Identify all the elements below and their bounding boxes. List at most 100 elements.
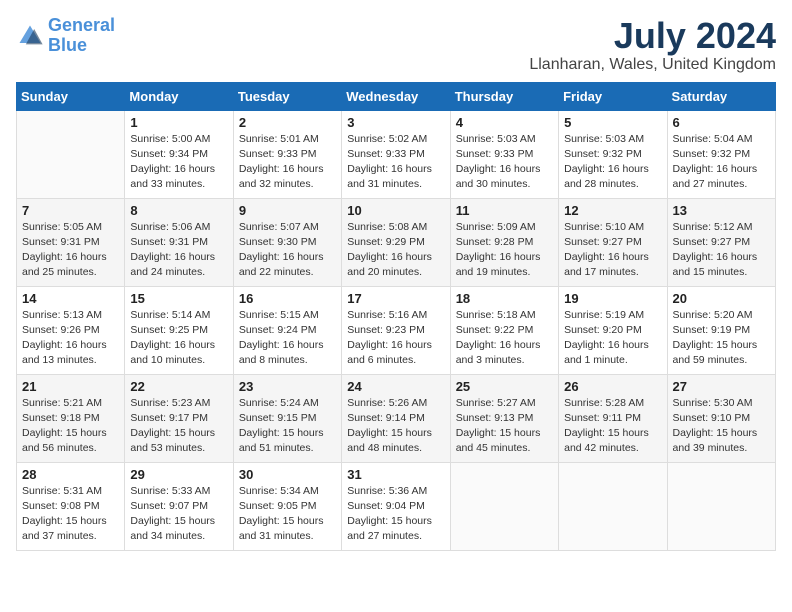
header-sunday: Sunday <box>17 82 125 110</box>
day-number: 4 <box>456 115 553 130</box>
logo-text: General Blue <box>48 16 115 56</box>
day-number: 1 <box>130 115 227 130</box>
day-number: 15 <box>130 291 227 306</box>
day-number: 8 <box>130 203 227 218</box>
calendar-cell: 5 Sunrise: 5:03 AMSunset: 9:32 PMDaylight… <box>559 110 667 198</box>
calendar-cell: 23 Sunrise: 5:24 AMSunset: 9:15 PMDayligh… <box>233 374 341 462</box>
day-number: 10 <box>347 203 444 218</box>
day-info: Sunrise: 5:03 AMSunset: 9:32 PMDaylight:… <box>564 132 661 193</box>
calendar-cell: 8 Sunrise: 5:06 AMSunset: 9:31 PMDaylight… <box>125 198 233 286</box>
calendar-cell: 17Sunrise: 5:16 AMSunset: 9:23 PMDayligh… <box>342 286 450 374</box>
calendar-cell: 25 Sunrise: 5:27 AMSunset: 9:13 PMDayligh… <box>450 374 558 462</box>
calendar-cell <box>559 462 667 550</box>
location-text: Llanharan, Wales, United Kingdom <box>529 56 776 74</box>
day-info: Sunrise: 5:19 AMSunset: 9:20 PMDaylight:… <box>564 308 661 369</box>
calendar-cell: 26 Sunrise: 5:28 AMSunset: 9:11 PMDayligh… <box>559 374 667 462</box>
day-info: Sunrise: 5:06 AMSunset: 9:31 PMDaylight:… <box>130 220 227 281</box>
calendar-cell: 27 Sunrise: 5:30 AMSunset: 9:10 PMDayligh… <box>667 374 775 462</box>
calendar-cell: 4Sunrise: 5:03 AMSunset: 9:33 PMDaylight… <box>450 110 558 198</box>
calendar-cell: 28 Sunrise: 5:31 AMSunset: 9:08 PMDayligh… <box>17 462 125 550</box>
day-number: 31 <box>347 467 444 482</box>
day-number: 25 <box>456 379 553 394</box>
day-info: Sunrise: 5:18 AMSunset: 9:22 PMDaylight:… <box>456 308 553 369</box>
calendar-cell: 16 Sunrise: 5:15 AMSunset: 9:24 PMDayligh… <box>233 286 341 374</box>
calendar-cell: 9 Sunrise: 5:07 AMSunset: 9:30 PMDaylight… <box>233 198 341 286</box>
calendar-cell: 21Sunrise: 5:21 AMSunset: 9:18 PMDayligh… <box>17 374 125 462</box>
calendar-cell: 22Sunrise: 5:23 AMSunset: 9:17 PMDayligh… <box>125 374 233 462</box>
week-row-1: 1 Sunrise: 5:00 AMSunset: 9:34 PMDaylight… <box>17 110 776 198</box>
day-number: 26 <box>564 379 661 394</box>
day-number: 20 <box>673 291 770 306</box>
day-number: 11 <box>456 203 553 218</box>
day-number: 23 <box>239 379 336 394</box>
day-number: 9 <box>239 203 336 218</box>
day-number: 19 <box>564 291 661 306</box>
day-info: Sunrise: 5:31 AMSunset: 9:08 PMDaylight:… <box>22 484 119 545</box>
header-friday: Friday <box>559 82 667 110</box>
day-number: 5 <box>564 115 661 130</box>
day-info: Sunrise: 5:07 AMSunset: 9:30 PMDaylight:… <box>239 220 336 281</box>
calendar-cell: 2 Sunrise: 5:01 AMSunset: 9:33 PMDaylight… <box>233 110 341 198</box>
day-number: 2 <box>239 115 336 130</box>
calendar-cell: 24 Sunrise: 5:26 AMSunset: 9:14 PMDayligh… <box>342 374 450 462</box>
calendar-cell: 6Sunrise: 5:04 AMSunset: 9:32 PMDaylight… <box>667 110 775 198</box>
calendar-cell: 19 Sunrise: 5:19 AMSunset: 9:20 PMDayligh… <box>559 286 667 374</box>
calendar-cell: 7Sunrise: 5:05 AMSunset: 9:31 PMDaylight… <box>17 198 125 286</box>
day-number: 16 <box>239 291 336 306</box>
header-saturday: Saturday <box>667 82 775 110</box>
calendar-cell: 10Sunrise: 5:08 AMSunset: 9:29 PMDayligh… <box>342 198 450 286</box>
page-header: General Blue July 2024 Llanharan, Wales,… <box>16 16 776 74</box>
header-monday: Monday <box>125 82 233 110</box>
calendar-cell: 30 Sunrise: 5:34 AMSunset: 9:05 PMDayligh… <box>233 462 341 550</box>
day-info: Sunrise: 5:30 AMSunset: 9:10 PMDaylight:… <box>673 396 770 457</box>
day-info: Sunrise: 5:10 AMSunset: 9:27 PMDaylight:… <box>564 220 661 281</box>
day-info: Sunrise: 5:27 AMSunset: 9:13 PMDaylight:… <box>456 396 553 457</box>
day-info: Sunrise: 5:26 AMSunset: 9:14 PMDaylight:… <box>347 396 444 457</box>
day-info: Sunrise: 5:01 AMSunset: 9:33 PMDaylight:… <box>239 132 336 193</box>
day-number: 30 <box>239 467 336 482</box>
calendar-cell <box>450 462 558 550</box>
day-info: Sunrise: 5:34 AMSunset: 9:05 PMDaylight:… <box>239 484 336 545</box>
day-info: Sunrise: 5:05 AMSunset: 9:31 PMDaylight:… <box>22 220 119 281</box>
day-info: Sunrise: 5:12 AMSunset: 9:27 PMDaylight:… <box>673 220 770 281</box>
day-number: 28 <box>22 467 119 482</box>
calendar-cell <box>17 110 125 198</box>
calendar-cell: 15 Sunrise: 5:14 AMSunset: 9:25 PMDayligh… <box>125 286 233 374</box>
header-tuesday: Tuesday <box>233 82 341 110</box>
calendar-cell: 31 Sunrise: 5:36 AMSunset: 9:04 PMDayligh… <box>342 462 450 550</box>
day-info: Sunrise: 5:36 AMSunset: 9:04 PMDaylight:… <box>347 484 444 545</box>
day-info: Sunrise: 5:02 AMSunset: 9:33 PMDaylight:… <box>347 132 444 193</box>
logo-icon <box>16 22 44 50</box>
calendar-cell: 12Sunrise: 5:10 AMSunset: 9:27 PMDayligh… <box>559 198 667 286</box>
week-row-5: 28 Sunrise: 5:31 AMSunset: 9:08 PMDayligh… <box>17 462 776 550</box>
day-info: Sunrise: 5:04 AMSunset: 9:32 PMDaylight:… <box>673 132 770 193</box>
week-row-3: 14Sunrise: 5:13 AMSunset: 9:26 PMDayligh… <box>17 286 776 374</box>
calendar-cell: 1 Sunrise: 5:00 AMSunset: 9:34 PMDaylight… <box>125 110 233 198</box>
title-section: July 2024 Llanharan, Wales, United Kingd… <box>529 16 776 74</box>
day-info: Sunrise: 5:23 AMSunset: 9:17 PMDaylight:… <box>130 396 227 457</box>
day-number: 17 <box>347 291 444 306</box>
day-info: Sunrise: 5:09 AMSunset: 9:28 PMDaylight:… <box>456 220 553 281</box>
calendar-cell <box>667 462 775 550</box>
day-info: Sunrise: 5:33 AMSunset: 9:07 PMDaylight:… <box>130 484 227 545</box>
calendar-cell: 20 Sunrise: 5:20 AMSunset: 9:19 PMDayligh… <box>667 286 775 374</box>
day-number: 3 <box>347 115 444 130</box>
month-year-title: July 2024 <box>529 16 776 56</box>
calendar-table: SundayMondayTuesdayWednesdayThursdayFrid… <box>16 82 776 551</box>
day-number: 13 <box>673 203 770 218</box>
day-info: Sunrise: 5:24 AMSunset: 9:15 PMDaylight:… <box>239 396 336 457</box>
calendar-cell: 18Sunrise: 5:18 AMSunset: 9:22 PMDayligh… <box>450 286 558 374</box>
day-number: 27 <box>673 379 770 394</box>
day-info: Sunrise: 5:14 AMSunset: 9:25 PMDaylight:… <box>130 308 227 369</box>
day-number: 14 <box>22 291 119 306</box>
calendar-cell: 13 Sunrise: 5:12 AMSunset: 9:27 PMDayligh… <box>667 198 775 286</box>
calendar-header-row: SundayMondayTuesdayWednesdayThursdayFrid… <box>17 82 776 110</box>
calendar-cell: 11 Sunrise: 5:09 AMSunset: 9:28 PMDayligh… <box>450 198 558 286</box>
calendar-cell: 29Sunrise: 5:33 AMSunset: 9:07 PMDayligh… <box>125 462 233 550</box>
day-info: Sunrise: 5:15 AMSunset: 9:24 PMDaylight:… <box>239 308 336 369</box>
day-info: Sunrise: 5:00 AMSunset: 9:34 PMDaylight:… <box>130 132 227 193</box>
day-number: 24 <box>347 379 444 394</box>
calendar-cell: 3 Sunrise: 5:02 AMSunset: 9:33 PMDaylight… <box>342 110 450 198</box>
day-info: Sunrise: 5:20 AMSunset: 9:19 PMDaylight:… <box>673 308 770 369</box>
day-info: Sunrise: 5:28 AMSunset: 9:11 PMDaylight:… <box>564 396 661 457</box>
